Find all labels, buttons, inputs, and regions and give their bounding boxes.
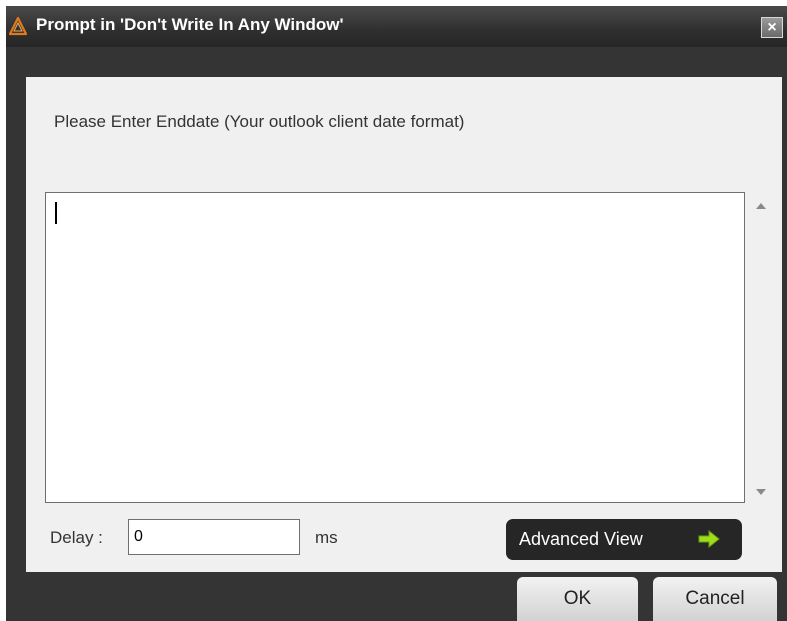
scroll-down-arrow-icon[interactable] bbox=[756, 489, 766, 495]
prompt-label: Please Enter Enddate (Your outlook clien… bbox=[54, 112, 465, 131]
prompt-dialog: Prompt in 'Don't Write In Any Window' × … bbox=[6, 6, 787, 621]
text-caret bbox=[55, 202, 57, 224]
dialog-body: Please Enter Enddate (Your outlook clien… bbox=[26, 77, 782, 572]
delay-unit-label: ms bbox=[315, 528, 338, 547]
delay-label: Delay : bbox=[50, 528, 103, 547]
cancel-button[interactable]: Cancel bbox=[653, 577, 777, 621]
warning-triangle-icon bbox=[8, 16, 28, 36]
delay-input[interactable] bbox=[128, 519, 300, 555]
ok-button[interactable]: OK bbox=[517, 577, 638, 621]
scroll-up-arrow-icon[interactable] bbox=[756, 203, 766, 209]
window-title: Prompt in 'Don't Write In Any Window' bbox=[36, 15, 344, 34]
arrow-right-icon bbox=[698, 530, 720, 548]
advanced-view-label: Advanced View bbox=[519, 529, 643, 549]
title-bar[interactable]: Prompt in 'Don't Write In Any Window' × bbox=[6, 6, 787, 47]
advanced-view-button[interactable]: Advanced View bbox=[506, 519, 742, 560]
prompt-input[interactable] bbox=[45, 192, 745, 503]
close-icon[interactable]: × bbox=[761, 17, 783, 38]
